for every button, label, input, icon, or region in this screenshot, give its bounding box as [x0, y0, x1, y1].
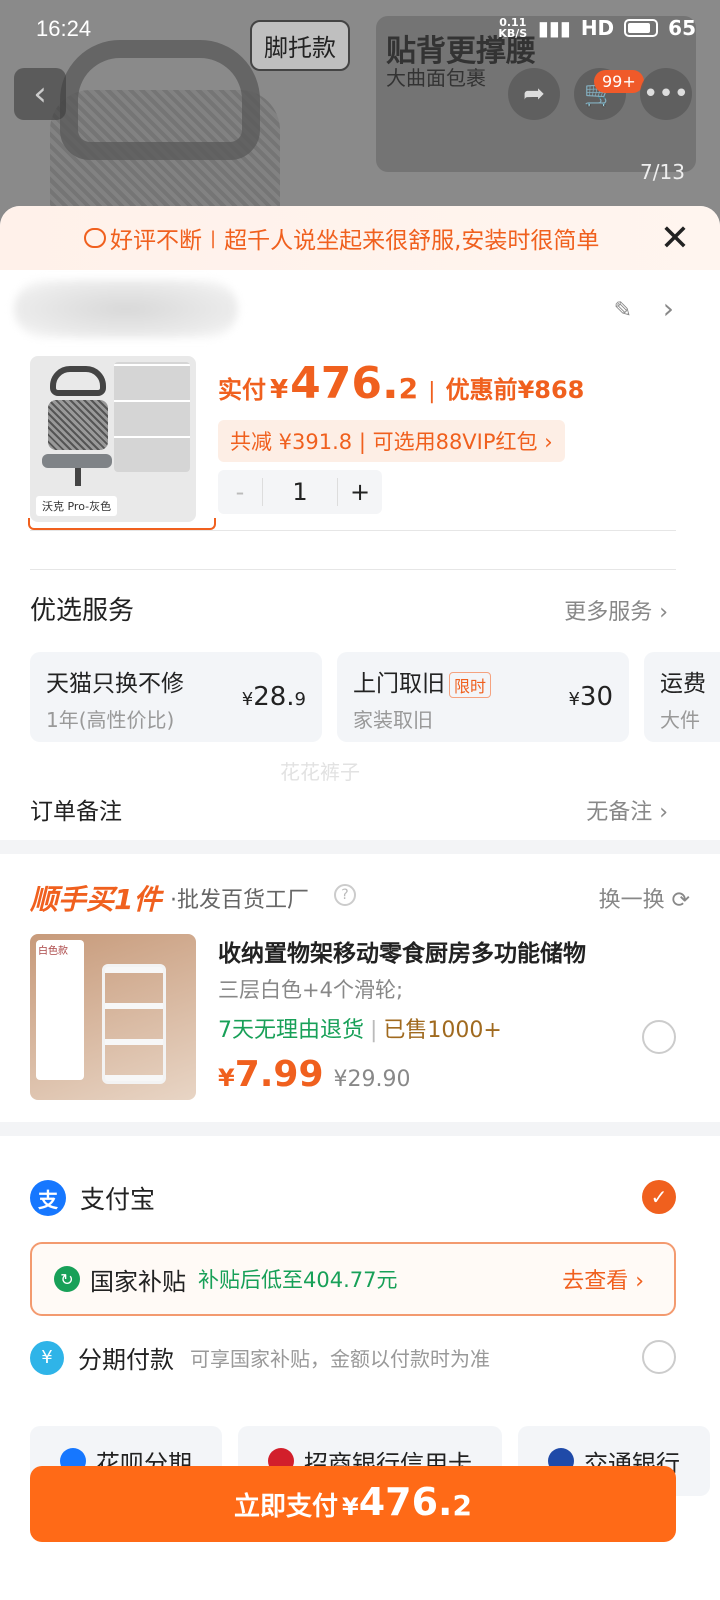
- original-price: ¥29.90: [333, 1067, 411, 1092]
- add-on-product-image[interactable]: 白色款: [30, 934, 196, 1100]
- section-gap: [0, 1122, 720, 1136]
- battery-icon: [624, 19, 659, 37]
- notice-label: 好评不断: [110, 228, 202, 254]
- watermark: 花花裤子: [280, 760, 360, 784]
- pre-discount-label: 优惠前: [445, 376, 518, 404]
- service-card-pickup[interactable]: 上门取旧 限时 家装取旧 ¥30: [337, 652, 629, 742]
- address-row[interactable]: ✎ ›: [0, 270, 720, 350]
- subsidy-text: 补贴后低至404.77元: [198, 1268, 398, 1292]
- national-subsidy-banner[interactable]: ↻ 国家补贴 补贴后低至404.77元 去查看 ›: [30, 1242, 676, 1316]
- installment-label: 分期付款: [78, 1346, 174, 1374]
- status-hd: HD: [580, 16, 615, 40]
- subsidy-icon: ↻: [54, 1266, 80, 1292]
- add-on-title[interactable]: 收纳置物架移动零食厨房多功能储物: [218, 934, 586, 968]
- feature-grid-image: [114, 362, 190, 472]
- chevron-right-icon[interactable]: ›: [663, 292, 674, 325]
- product-row: 沃克 Pro-灰色 实付 ¥ 476. 2 | 优惠前 ¥868 共减 ¥391…: [0, 350, 720, 530]
- more-services-link[interactable]: 更多服务 ›: [564, 594, 668, 626]
- service-sub: 1年(高性价比): [46, 708, 175, 732]
- status-time: 16:24: [36, 16, 92, 41]
- subsidy-label: 国家补贴: [90, 1267, 186, 1296]
- quantity-stepper: - 1 +: [218, 470, 382, 514]
- chair-thumb-image: [42, 366, 114, 486]
- services-section: 优选服务 更多服务 › 天猫只换不修 1年(高性价比) ¥28.9 上门取旧 限时…: [0, 570, 720, 840]
- discount-badge[interactable]: 共减 ¥391.8 | 可选用88VIP红包 ›: [218, 420, 565, 462]
- alipay-row[interactable]: 支 支付宝: [30, 1180, 155, 1216]
- limited-badge: 限时: [449, 671, 492, 698]
- divider: [30, 530, 676, 531]
- service-price: ¥30: [568, 682, 613, 712]
- add-on-spec: 三层白色+4个滑轮;: [218, 978, 404, 1002]
- service-name: 运费: [660, 671, 706, 697]
- address-blurred: [14, 280, 238, 338]
- banner-subtitle: 大曲面包裹: [386, 66, 486, 90]
- rack-image: [102, 964, 166, 1084]
- check-icon[interactable]: ✓: [642, 1180, 676, 1214]
- price-separator: |: [428, 379, 436, 404]
- service-price: ¥28.9: [241, 682, 306, 712]
- swap-button[interactable]: 换一换 ⟳: [599, 882, 690, 914]
- service-name: 天猫只换不修: [46, 671, 184, 697]
- notice-text: 超千人说坐起来很舒服,安装时很简单: [224, 228, 600, 254]
- alipay-label: 支付宝: [80, 1185, 156, 1214]
- product-thumbnail[interactable]: 沃克 Pro-灰色: [30, 356, 196, 522]
- installment-desc: 可享国家补贴，金额以付款时为准: [190, 1347, 490, 1371]
- pic-label: 白色款: [36, 940, 84, 1080]
- currency-symbol: ¥: [270, 375, 289, 405]
- order-sheet: 好评不断 | 超千人说坐起来很舒服,安装时很简单 ✕ ✎ › 沃克 Pro-灰色…: [0, 206, 720, 1600]
- net-speed: 0.11 KB/S: [498, 16, 528, 40]
- add-on-tags: 7天无理由退货 | 已售1000+: [218, 1018, 502, 1043]
- status-bar: 16:24 0.11 KB/S ▮▮▮ HD 65: [0, 0, 720, 60]
- price-integer: 476.: [290, 358, 399, 409]
- review-notice: 好评不断 | 超千人说坐起来很舒服,安装时很简单 ✕: [0, 206, 720, 270]
- pre-discount-price: ¥868: [517, 376, 585, 404]
- qty-plus-button[interactable]: +: [338, 478, 382, 506]
- installment-row[interactable]: ¥ 分期付款 可享国家补贴，金额以付款时为准: [30, 1340, 490, 1375]
- service-card-shipping[interactable]: 运费 大件: [644, 652, 720, 742]
- return-tag: 7天无理由退货: [218, 1018, 364, 1043]
- add-on-price: ¥7.99 ¥29.90: [218, 1054, 411, 1095]
- add-on-radio[interactable]: [642, 1020, 676, 1054]
- installment-radio[interactable]: [642, 1340, 676, 1374]
- sold-tag: 已售1000+: [383, 1018, 502, 1043]
- installment-icon: ¥: [30, 1340, 64, 1375]
- add-on-logo: 顺手买1件: [30, 883, 162, 916]
- actual-pay-label: 实付: [218, 376, 266, 404]
- qty-value[interactable]: 1: [262, 478, 338, 506]
- subsidy-link[interactable]: 去查看 ›: [562, 1263, 644, 1295]
- qty-minus-button[interactable]: -: [218, 478, 262, 506]
- variant-selector-edge[interactable]: [28, 518, 216, 530]
- services-title: 优选服务: [30, 596, 135, 626]
- close-icon[interactable]: ✕: [660, 218, 690, 259]
- add-on-section: 顺手买1件 ·批发百货工厂 ? 换一换 ⟳ 白色款 收纳置物架移动零食厨房多功能…: [0, 854, 720, 1122]
- notice-separator: |: [210, 227, 217, 249]
- thumb-caption: 沃克 Pro-灰色: [36, 496, 118, 516]
- image-counter: 7/13: [640, 160, 685, 184]
- chat-bubble-icon: [84, 228, 106, 248]
- pay-now-button[interactable]: 立即支付 ¥ 476. 2: [30, 1466, 676, 1542]
- service-card-exchange[interactable]: 天猫只换不修 1年(高性价比) ¥28.9: [30, 652, 322, 742]
- help-icon[interactable]: ?: [334, 884, 356, 906]
- more-icon[interactable]: •••: [640, 68, 692, 120]
- price-decimal: 2: [398, 372, 419, 405]
- battery-level: 65: [668, 16, 696, 40]
- service-sub: 大件: [660, 708, 700, 732]
- price-line: 实付 ¥ 476. 2 | 优惠前 ¥868: [218, 358, 584, 409]
- section-gap: [0, 840, 720, 854]
- service-sub: 家装取旧: [353, 708, 433, 732]
- order-remark-label: 订单备注: [30, 799, 122, 825]
- share-icon[interactable]: ➦: [508, 68, 560, 120]
- cart-count-badge: 99+: [594, 70, 644, 93]
- service-name: 上门取旧 限时: [353, 664, 492, 698]
- signal-icon: ▮▮▮: [537, 16, 571, 40]
- order-remark-value[interactable]: 无备注 ›: [586, 794, 668, 826]
- edit-icon[interactable]: ✎: [614, 298, 632, 323]
- add-on-store: ·批发百货工厂: [170, 888, 309, 913]
- back-arrow-icon[interactable]: ‹: [14, 68, 66, 120]
- alipay-icon: 支: [30, 1180, 66, 1216]
